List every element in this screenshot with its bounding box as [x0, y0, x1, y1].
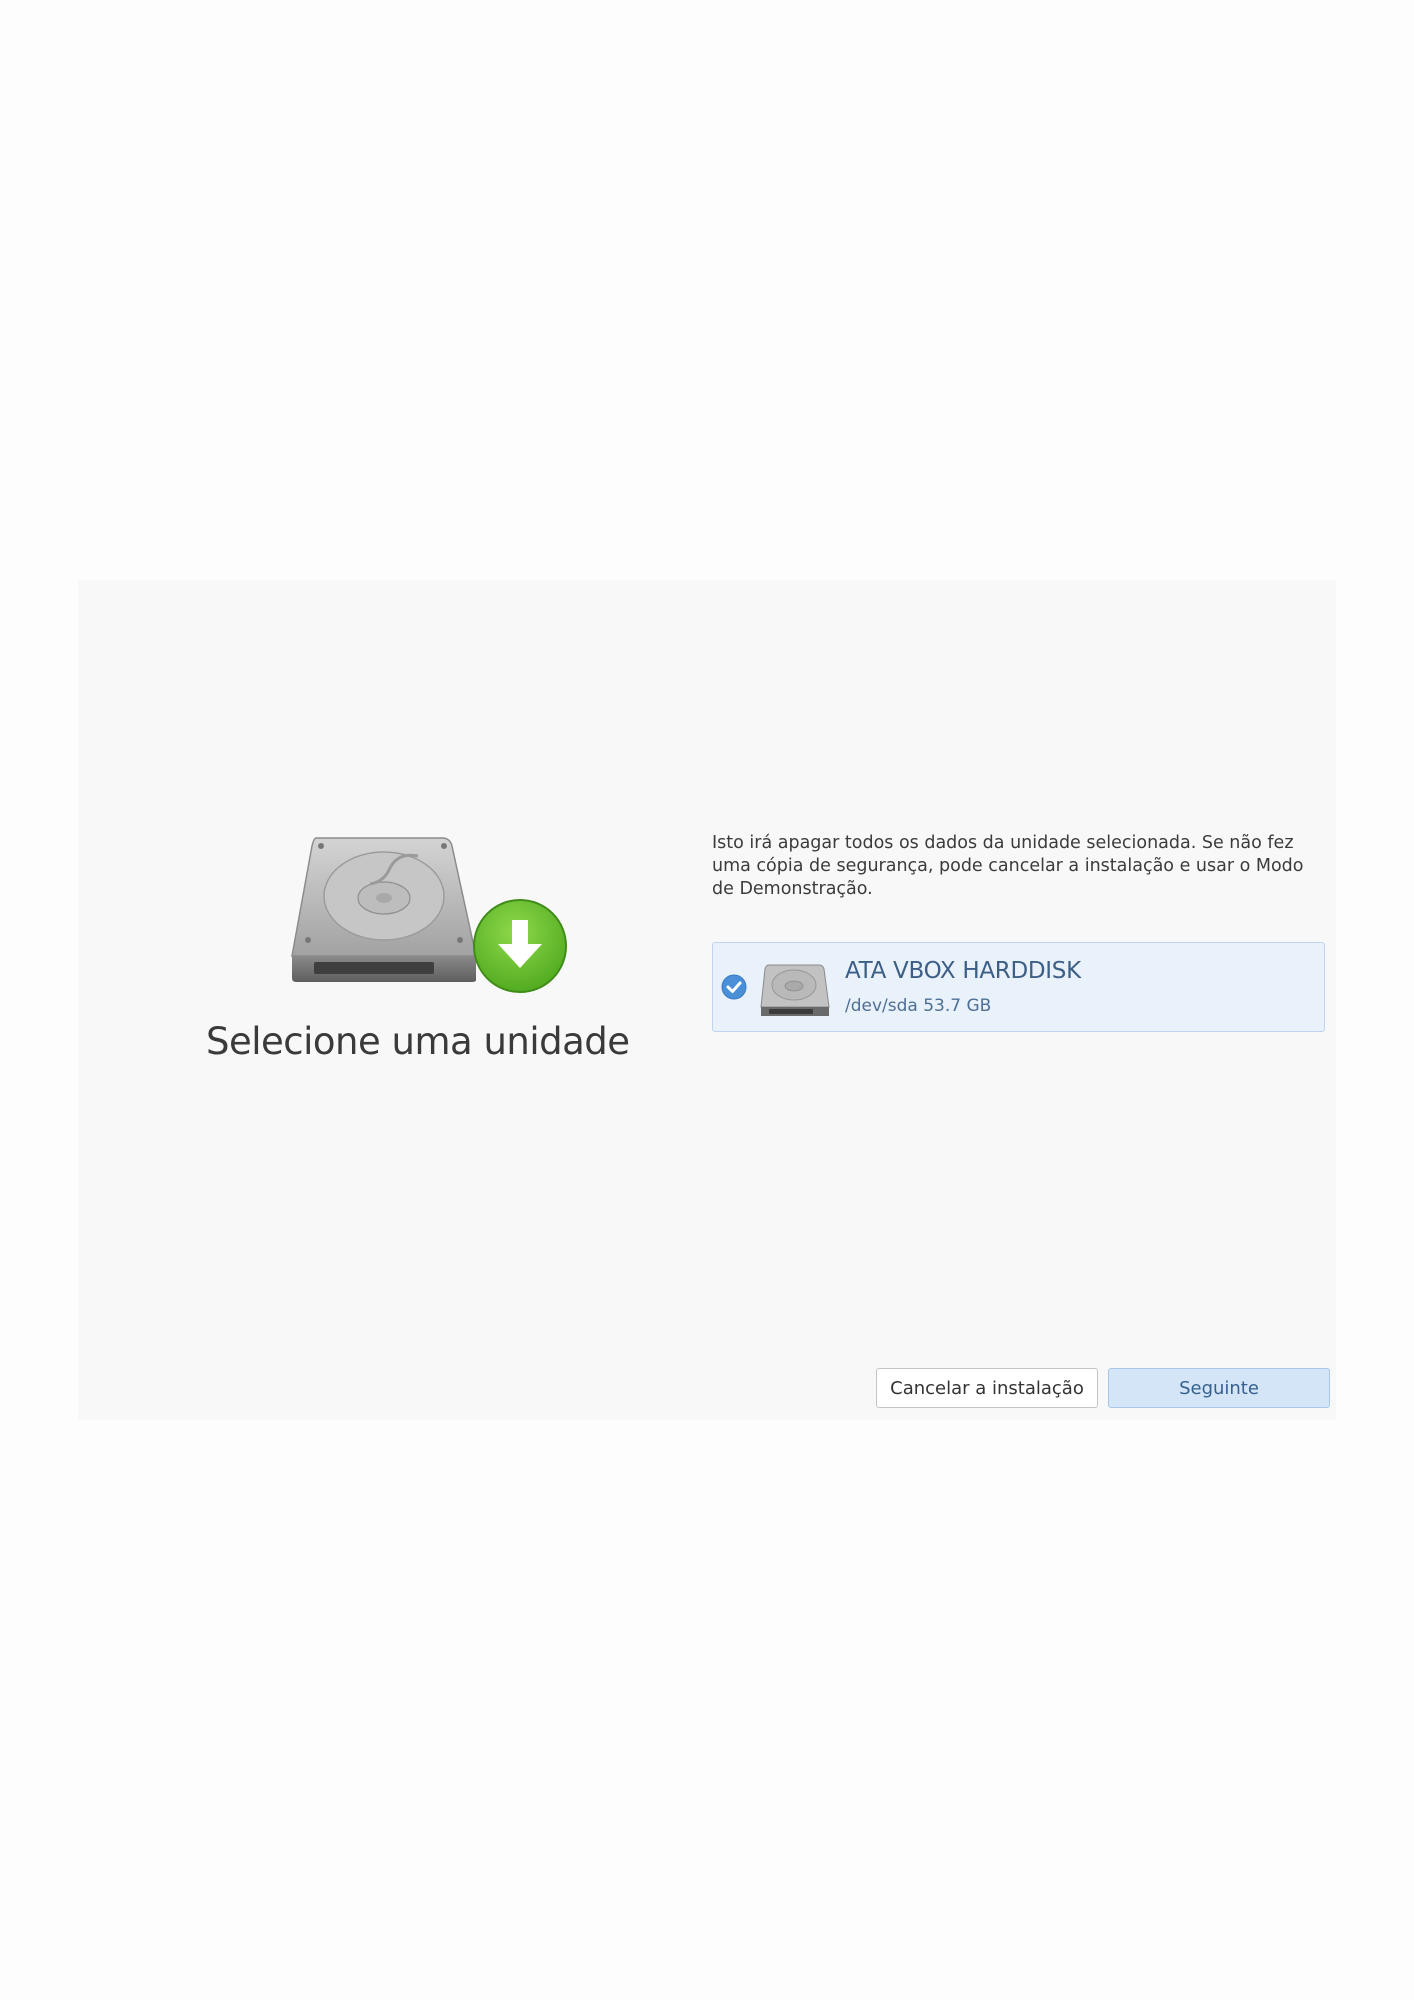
cancel-installation-button[interactable]: Cancelar a instalação: [876, 1368, 1098, 1408]
warning-text: Isto irá apagar todos os dados da unidad…: [712, 833, 1304, 899]
next-button[interactable]: Seguinte: [1108, 1368, 1330, 1408]
page-title: Selecione uma unidade: [206, 1020, 630, 1063]
drive-detail: /dev/sda 53.7 GB: [845, 996, 992, 1016]
harddisk-icon: [760, 964, 830, 1016]
checkmark-icon: [721, 974, 747, 1000]
harddisk-download-icon: [291, 837, 567, 993]
installer-window: Selecione uma unidade Isto irá apagar to…: [78, 580, 1336, 1420]
drive-name: ATA VBOX HARDDISK: [845, 958, 1081, 984]
drive-list-item[interactable]: ATA VBOX HARDDISK /dev/sda 53.7 GB: [712, 942, 1325, 1032]
